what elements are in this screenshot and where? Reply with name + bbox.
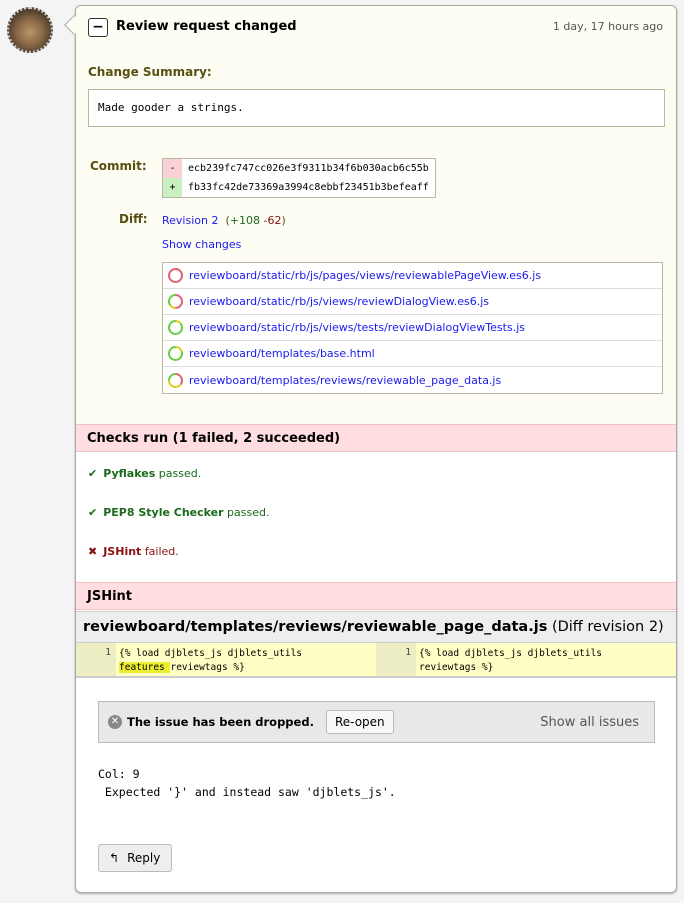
left-code: {% load djblets_js djblets_utils features… [116, 643, 376, 676]
file-link[interactable]: reviewboard/templates/base.html [189, 347, 375, 360]
file-link[interactable]: reviewboard/static/rb/js/pages/views/rev… [189, 269, 541, 282]
commit-new-row: + fb33fc42de73369a3994c8ebbf23451b3befeaf… [163, 178, 435, 197]
diff-file-header: reviewboard/templates/reviews/reviewable… [76, 611, 676, 643]
diff-revision: (Diff revision 2) [551, 619, 664, 635]
removed-sign: - [163, 159, 182, 178]
changed-file-row: reviewboard/static/rb/js/pages/views/rev… [163, 263, 662, 289]
check-name: PEP8 Style Checker [103, 506, 224, 519]
commit-table: - ecb239fc747cc026e3f9311b34f6b030acb6c55… [162, 158, 436, 198]
reply-label: Reply [127, 851, 161, 865]
paren-close: ) [281, 214, 286, 227]
revision-link[interactable]: Revision 2 [162, 214, 218, 227]
check-result: ✔ Pyflakes passed. [88, 467, 201, 480]
show-all-issues-link[interactable]: Show all issues [540, 715, 639, 730]
changed-file-row: reviewboard/templates/reviews/reviewable… [163, 367, 662, 393]
left-code-line1: {% load djblets_js djblets_utils [119, 648, 303, 659]
checks-run-header: Checks run (1 failed, 2 succeeded) [76, 424, 676, 452]
check-result: ✖ JSHint failed. [88, 545, 179, 558]
issue-comment: Col: 9 Expected '}' and instead saw 'djb… [98, 767, 396, 799]
change-ratio-icon [168, 268, 183, 283]
change-ratio-icon [168, 320, 183, 335]
right-code-line2: reviewtags %} [419, 662, 494, 673]
change-section: − Review request changed 1 day, 17 hours… [76, 6, 676, 424]
reopen-button[interactable]: Re-open [325, 710, 394, 734]
changed-file-row: reviewboard/static/rb/js/views/tests/rev… [163, 315, 662, 341]
issue-status-bar: ✕ The issue has been dropped. Re-open Sh… [98, 701, 655, 743]
new-commit-hash: fb33fc42de73369a3994c8ebbf23451b3befeaff [188, 182, 429, 193]
file-link[interactable]: reviewboard/static/rb/js/views/tests/rev… [189, 321, 525, 334]
change-ratio-icon [168, 372, 183, 388]
reply-icon: ↰ [109, 851, 120, 865]
change-summary-text: Made gooder a strings. [88, 89, 665, 127]
dropped-icon: ✕ [108, 715, 122, 729]
right-line-number: 1 [376, 643, 416, 676]
x-icon: ✖ [88, 545, 98, 558]
user-avatar[interactable] [7, 7, 53, 53]
show-changes-link[interactable]: Show changes [162, 238, 241, 251]
review-request-change-box: − Review request changed 1 day, 17 hours… [75, 5, 677, 893]
change-ratio-icon [168, 346, 183, 361]
changed-word: features [119, 662, 171, 673]
checkmark-icon: ✔ [88, 506, 98, 519]
timestamp: 1 day, 17 hours ago [552, 20, 663, 33]
changed-file-row: reviewboard/static/rb/js/views/reviewDia… [163, 289, 662, 315]
check-result: ✔ PEP8 Style Checker passed. [88, 506, 269, 519]
left-line-number: 1 [76, 643, 116, 676]
change-summary-label: Change Summary: [88, 65, 212, 79]
reply-button[interactable]: ↰ Reply [98, 844, 172, 872]
commit-label: Commit: [90, 159, 147, 173]
right-code: {% load djblets_js djblets_utils reviewta… [416, 643, 676, 676]
changed-file-row: reviewboard/templates/base.html [163, 341, 662, 367]
lines-removed: -62 [263, 214, 282, 227]
old-commit-hash: ecb239fc747cc026e3f9311b34f6b030acb6c55b [188, 163, 429, 174]
jshint-header: JSHint [76, 582, 676, 610]
added-sign: + [163, 178, 182, 197]
changed-files-list: reviewboard/static/rb/js/pages/views/rev… [162, 262, 663, 394]
check-status: passed. [227, 506, 270, 519]
right-code-line1: {% load djblets_js djblets_utils [419, 648, 603, 659]
check-status: passed. [158, 467, 202, 480]
box-title: Review request changed [116, 19, 297, 34]
check-status: failed. [144, 545, 179, 558]
diff-file-name[interactable]: reviewboard/templates/reviews/reviewable… [83, 619, 547, 635]
file-link[interactable]: reviewboard/static/rb/js/views/reviewDia… [189, 295, 489, 308]
lines-added: +108 [229, 214, 260, 227]
issue-status: The issue has been dropped. [127, 715, 314, 729]
diff-label: Diff: [119, 212, 148, 226]
checkmark-icon: ✔ [88, 467, 98, 480]
change-ratio-icon [168, 294, 183, 309]
file-link[interactable]: reviewboard/templates/reviews/reviewable… [189, 374, 501, 387]
diff-fragment: 1 {% load djblets_js djblets_utils feature… [76, 643, 676, 678]
commit-old-row: - ecb239fc747cc026e3f9311b34f6b030acb6c55… [163, 159, 435, 178]
left-code-line2: reviewtags %} [170, 662, 245, 673]
collapse-button[interactable]: − [88, 18, 108, 37]
check-name: Pyflakes [103, 467, 156, 480]
check-name: JSHint [103, 545, 142, 558]
